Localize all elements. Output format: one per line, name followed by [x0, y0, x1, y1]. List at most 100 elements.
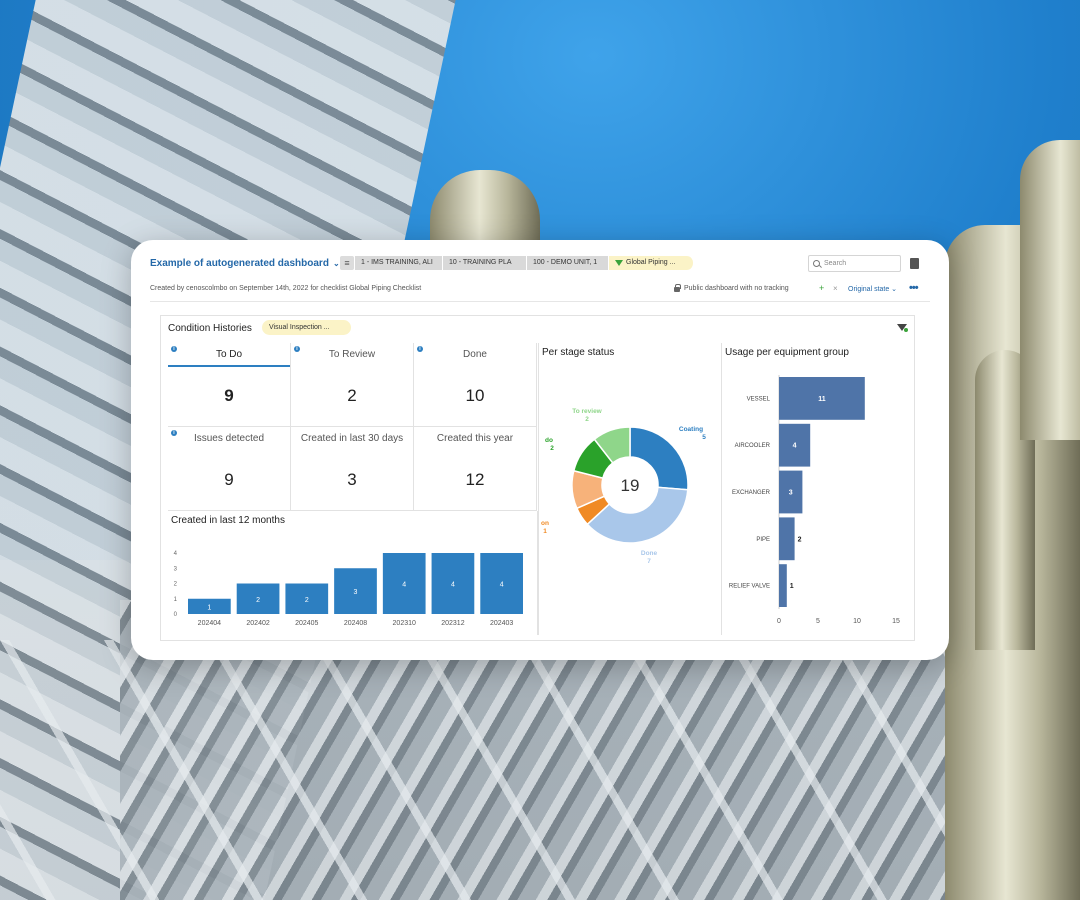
y-tick-label: 4 [174, 551, 178, 557]
kpi-label: Created this year [436, 433, 514, 444]
kpi-label: Done [463, 349, 487, 360]
x-tick-label: 0 [777, 618, 781, 625]
bar-value-label: 1 [207, 604, 211, 611]
bar [779, 564, 787, 607]
bar-value-label: 4 [793, 443, 797, 450]
x-tick-label: 202403 [490, 620, 513, 627]
bar-value-label: 2 [256, 597, 260, 604]
chevron-down-icon: ⌄ [332, 259, 340, 268]
y-tick-label: 1 [174, 597, 178, 603]
bar-value-label: 11 [818, 396, 826, 403]
stage-status-section: Per stage status Coating 5 Done 7 on 1 do 2 To r… [538, 343, 722, 635]
slice-value: 5 [702, 434, 706, 441]
kpi-value: 10 [465, 386, 485, 405]
slice-label: Coating [679, 426, 703, 433]
monthly-chart-section: Created in last 12 months 0 1 2 3 4 1 202404 2 2… [168, 511, 538, 635]
bar-value-label: 2 [798, 536, 802, 543]
dashboard-card: Example of autogenerated dashboard ⌄ ≡ 1… [131, 240, 949, 660]
scope-chip-2[interactable]: 10 - TRAINING PLA [443, 256, 527, 270]
active-underline [168, 365, 290, 367]
equipment-usage-section: Usage per equipment group VESSEL 11 AIRCOO… [722, 343, 908, 635]
more-options-icon[interactable]: ••• [909, 282, 919, 294]
divider [150, 301, 930, 302]
kpi-value: 3 [347, 470, 357, 489]
y-tick-label: 3 [174, 566, 178, 572]
kpi-value: 12 [465, 470, 485, 489]
book-icon[interactable] [910, 258, 919, 269]
category-label: PIPE [756, 537, 770, 543]
x-tick-label: 5 [816, 618, 820, 625]
slice-label: do [545, 437, 553, 444]
created-by-text: Created by cenoscolmbo on September 14th… [150, 285, 422, 292]
public-status: Public dashboard with no tracking [674, 284, 789, 292]
dashboard-toolbar: Example of autogenerated dashboard ⌄ ≡ 1… [131, 240, 949, 286]
slice-label: Done [641, 550, 658, 557]
kpi-label: To Review [328, 349, 376, 360]
y-tick-label: 2 [174, 582, 178, 588]
panel-header: Condition Histories Visual Inspection ..… [161, 316, 914, 343]
x-tick-label: 202405 [295, 620, 318, 627]
checklist-filter-label: Global Piping ... [626, 259, 676, 266]
bar-value-label: 3 [789, 490, 793, 497]
visual-inspection-chip[interactable]: Visual Inspection ... [262, 320, 351, 335]
x-tick-label: 202402 [246, 620, 269, 627]
dashboard-subbar: Created by cenoscolmbo on September 14th… [131, 282, 949, 298]
x-tick-label: 202312 [441, 620, 464, 627]
filter-icon[interactable] [897, 324, 908, 332]
stage-status-donut: Coating5Done7on1do2To review219 [541, 408, 706, 565]
dashboard-title[interactable]: Example of autogenerated dashboard ⌄ [150, 258, 340, 269]
kpi-value: 2 [347, 386, 357, 405]
search-input[interactable]: Search [808, 255, 901, 272]
kpi-value: 9 [224, 470, 234, 489]
monthly-bar-chart: 0 1 2 3 4 1 202404 2 202402 2 202405 3 202408 4 202310… [174, 551, 523, 627]
bar-value-label: 4 [451, 582, 455, 589]
category-label: AIRCOOLER [735, 443, 771, 449]
checklist-filter-chip[interactable]: Global Piping ... [609, 256, 694, 270]
add-icon[interactable]: + [819, 283, 824, 293]
kpi-created-last-30-days[interactable]: Created in last 30 days 3 [291, 427, 414, 511]
funnel-icon [615, 260, 623, 266]
donut-center-label: 19 [621, 476, 640, 495]
menu-icon[interactable]: ≡ [340, 256, 354, 270]
bar-value-label: 4 [500, 582, 504, 589]
bar-value-label: 3 [354, 589, 358, 596]
stair-railings [0, 640, 1080, 900]
public-status-text: Public dashboard with no tracking [684, 285, 789, 292]
original-state-dropdown[interactable]: Original state ⌄ [848, 285, 897, 293]
kpi-done[interactable]: i Done 10 [414, 343, 537, 427]
category-label: EXCHANGER [732, 490, 771, 496]
kpi-label: Created in last 30 days [300, 433, 404, 444]
kpi-value: 9 [224, 386, 234, 405]
x-tick-label: 202404 [198, 620, 221, 627]
dashboard-title-text: Example of autogenerated dashboard [150, 258, 329, 269]
slice-value: 7 [647, 558, 651, 565]
kpi-issues-detected[interactable]: i Issues detected 9 [168, 427, 291, 511]
search-icon [813, 260, 820, 267]
condition-histories-panel: Condition Histories Visual Inspection ..… [160, 315, 915, 641]
x-tick-label: 202310 [393, 620, 416, 627]
category-label: RELIEF VALVE [729, 584, 770, 590]
search-placeholder: Search [824, 260, 847, 267]
kpi-to-review[interactable]: i To Review 2 [291, 343, 414, 427]
y-tick-label: 0 [174, 612, 178, 618]
close-icon[interactable]: × [833, 284, 838, 293]
x-tick-label: 10 [853, 618, 861, 625]
category-label: VESSEL [747, 396, 771, 402]
bar-value-label: 2 [305, 597, 309, 604]
slice-value: 1 [543, 528, 547, 535]
kpi-to-do[interactable]: i To Do 9 [168, 343, 291, 427]
slice-label: To review [572, 408, 602, 415]
slice-value: 2 [585, 416, 589, 423]
scope-chip-3[interactable]: 100 - DEMO UNIT, 1 [527, 256, 609, 270]
equipment-usage-bar-chart: VESSEL 11 AIRCOOLER 4 EXCHANGER 3 PIPE 2 RELIEF … [729, 375, 900, 625]
lock-icon [674, 284, 681, 292]
bar-value-label: 4 [402, 582, 406, 589]
scope-chip-1[interactable]: 1 - IMS TRAINING, ALI [355, 256, 443, 270]
slice-value: 2 [550, 445, 554, 452]
x-tick-label: 202408 [344, 620, 367, 627]
tank-right [1020, 140, 1080, 440]
bar [779, 517, 795, 561]
panel-title: Condition Histories [168, 323, 252, 334]
x-tick-label: 15 [892, 618, 900, 625]
kpi-created-this-year[interactable]: Created this year 12 [414, 427, 537, 511]
